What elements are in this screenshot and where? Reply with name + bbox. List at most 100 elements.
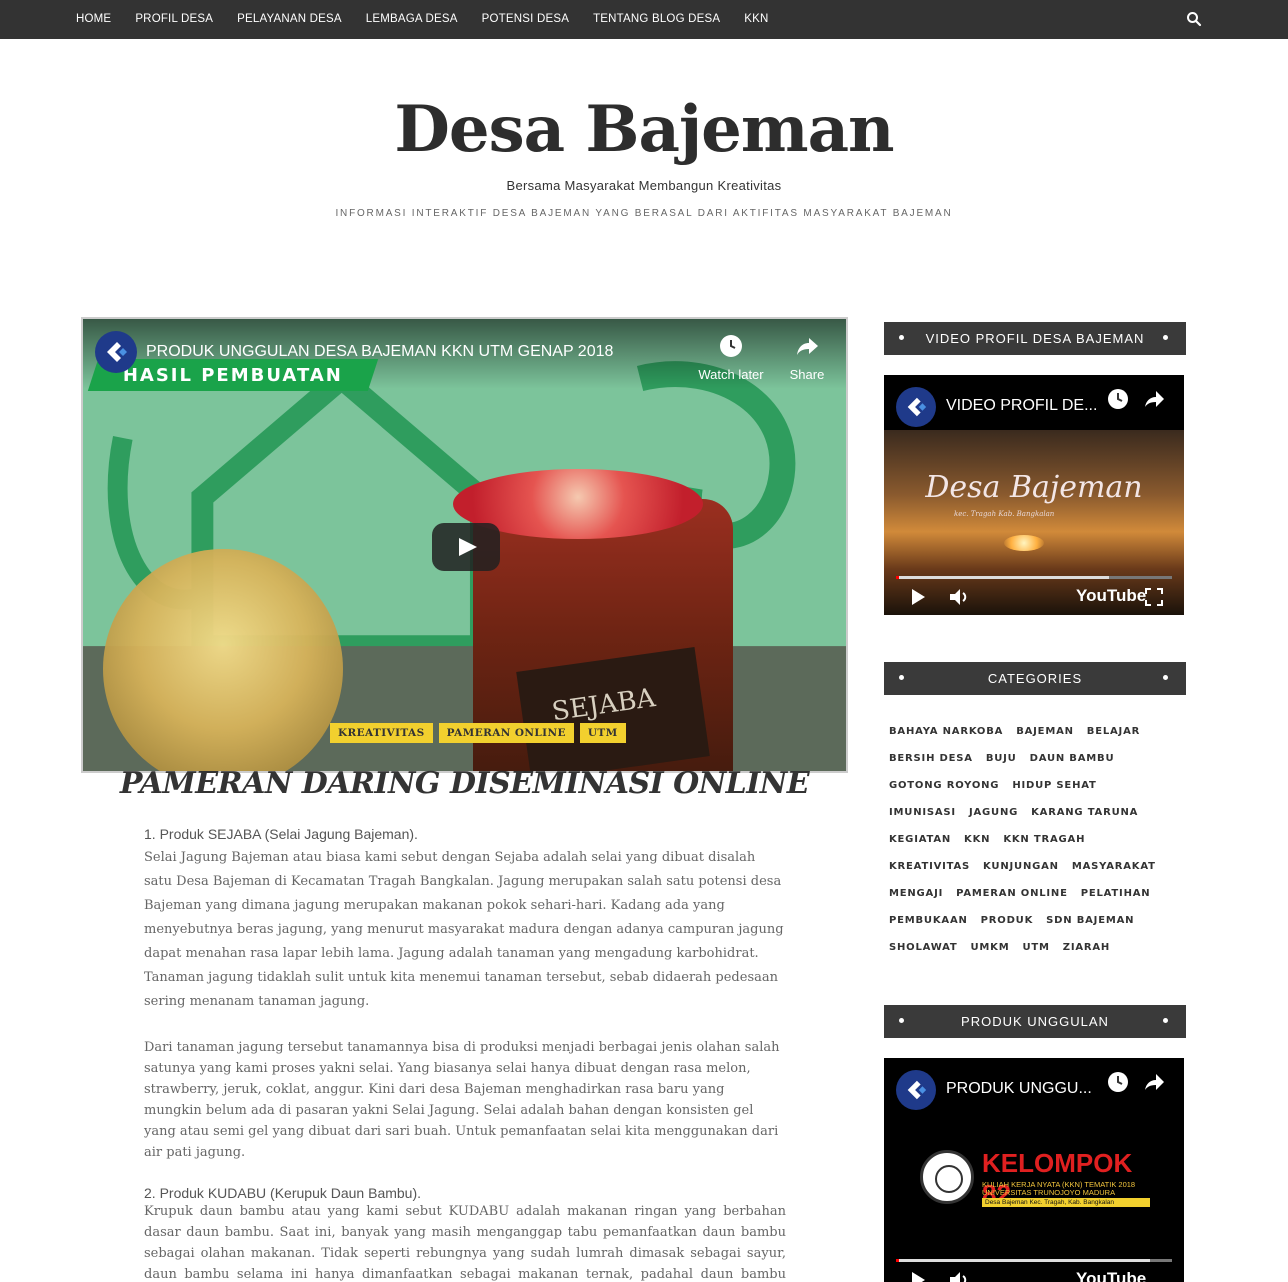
nav-item-home[interactable]: HOME <box>64 0 123 39</box>
watch-later-button[interactable]: Watch later <box>696 333 766 382</box>
video-progress-played <box>896 1259 899 1262</box>
tag-pameran-online[interactable]: PAMERAN ONLINE <box>438 723 574 743</box>
post-tags: KREATIVITAS PAMERAN ONLINE UTM <box>330 723 626 743</box>
kelompok-line-3: Desa Bajeman Kec. Tragah, Kab. Bangkalan <box>982 1198 1150 1207</box>
category-link[interactable]: PRODUK <box>981 911 1034 938</box>
category-link[interactable]: ZIARAH <box>1063 938 1110 965</box>
site-title[interactable]: Desa Bajeman <box>0 92 1288 167</box>
main-menu: HOME PROFIL DESA PELAYANAN DESA LEMBAGA … <box>64 0 780 39</box>
category-link[interactable]: UMKM <box>971 938 1010 965</box>
kelompok-graphic: KELOMPOK 82 KULIAH KERJA NYATA (KKN) TEM… <box>914 1148 1154 1218</box>
nav-item-potensi-desa[interactable]: POTENSI DESA <box>470 0 581 39</box>
category-link[interactable]: BERSIH DESA <box>889 749 973 776</box>
category-link[interactable]: KKN <box>964 830 990 857</box>
widget-title-text: VIDEO PROFIL DESA BAJEMAN <box>925 331 1145 346</box>
nav-item-lembaga-desa[interactable]: LEMBAGA DESA <box>354 0 470 39</box>
produk-video-title[interactable]: PRODUK UNGGU... <box>946 1080 1092 1098</box>
category-link[interactable]: PEMBUKAAN <box>889 911 968 938</box>
clock-icon <box>720 335 742 357</box>
product-heading-1: 1. Produk SEJABA (Selai Jagung Bajeman). <box>144 826 418 842</box>
category-link[interactable]: DAUN BAMBU <box>1030 749 1115 776</box>
nav-item-kkn[interactable]: KKN <box>732 0 780 39</box>
video-progress-loaded <box>896 576 1109 579</box>
profile-video-title[interactable]: VIDEO PROFIL DE... <box>946 397 1097 415</box>
top-navigation: HOME PROFIL DESA PELAYANAN DESA LEMBAGA … <box>0 0 1288 39</box>
youtube-logo[interactable]: YouTube <box>1076 586 1146 606</box>
category-link[interactable]: BUJU <box>986 749 1017 776</box>
widget-title-categories: CATEGORIES <box>884 662 1186 695</box>
channel-logo-icon[interactable] <box>896 387 936 427</box>
category-link[interactable]: BAJEMAN <box>1016 722 1074 749</box>
category-link[interactable]: JAGUNG <box>969 803 1018 830</box>
widget-title-video-profil: VIDEO PROFIL DESA BAJEMAN <box>884 322 1186 355</box>
play-icon[interactable] <box>909 587 927 607</box>
category-link[interactable]: KEGIATAN <box>889 830 951 857</box>
category-link[interactable]: SHOLAWAT <box>889 938 958 965</box>
clock-icon[interactable] <box>1106 1070 1130 1094</box>
video-progress-bar[interactable] <box>896 1259 1172 1262</box>
clock-icon[interactable] <box>1106 387 1130 411</box>
tag-kreativitas[interactable]: KREATIVITAS <box>330 723 433 743</box>
volume-icon[interactable] <box>948 587 970 607</box>
post-body: 1. Produk SEJABA (Selai Jagung Bajeman).… <box>144 826 786 1282</box>
channel-logo-icon[interactable] <box>896 1070 936 1110</box>
video-progress-loaded <box>896 1259 1150 1262</box>
categories-list: BAHAYA NARKOBA BAJEMAN BELAJAR BERSIH DE… <box>889 722 1184 965</box>
sun-graphic <box>1004 535 1044 551</box>
bullet-icon <box>899 675 904 680</box>
produk-video-player[interactable]: PRODUK UNGGU... KELOMPOK 82 KULIAH KERJA… <box>884 1058 1184 1282</box>
widget-title-produk-unggulan: PRODUK UNGGULAN <box>884 1005 1186 1038</box>
fullscreen-icon[interactable] <box>1145 588 1163 606</box>
category-link[interactable]: KKN TRAGAH <box>1003 830 1085 857</box>
post-paragraph-1: Selai Jagung Bajeman atau biasa kami seb… <box>144 850 784 1009</box>
play-button[interactable] <box>432 523 500 571</box>
nav-item-tentang-blog-desa[interactable]: TENTANG BLOG DESA <box>581 0 732 39</box>
category-link[interactable]: KARANG TARUNA <box>1031 803 1138 830</box>
share-icon[interactable] <box>1142 1070 1166 1094</box>
video-brand-subtext: kec. Tragah Kab. Bangkalan <box>954 510 1055 518</box>
nav-item-pelayanan-desa[interactable]: PELAYANAN DESA <box>225 0 354 39</box>
profile-video-player[interactable]: Desa Bajeman kec. Tragah Kab. Bangkalan … <box>884 375 1184 615</box>
search-icon[interactable] <box>1186 11 1202 27</box>
category-link[interactable]: BELAJAR <box>1087 722 1140 749</box>
category-link[interactable]: PAMERAN ONLINE <box>956 884 1068 911</box>
category-link[interactable]: KREATIVITAS <box>889 857 970 884</box>
category-link[interactable]: MENGAJI <box>889 884 943 911</box>
category-link[interactable]: UTM <box>1022 938 1049 965</box>
bullet-icon <box>1163 335 1168 340</box>
featured-video-player[interactable]: SEJABA HASIL PEMBUATAN PRODUK UNGGULAN D… <box>81 317 848 773</box>
post-title[interactable]: PAMERAN DARING DISEMINASI ONLINE <box>81 766 848 801</box>
share-label: Share <box>789 367 825 382</box>
share-icon <box>797 338 818 355</box>
youtube-logo[interactable]: YouTube <box>1076 1269 1146 1282</box>
watch-later-label: Watch later <box>698 367 764 382</box>
category-link[interactable]: HIDUP SEHAT <box>1012 776 1096 803</box>
open-jar-image <box>103 549 343 771</box>
category-link[interactable]: KUNJUNGAN <box>983 857 1059 884</box>
bullet-icon <box>1163 675 1168 680</box>
video-title[interactable]: PRODUK UNGGULAN DESA BAJEMAN KKN UTM GEN… <box>146 343 613 361</box>
tag-utm[interactable]: UTM <box>579 723 626 743</box>
category-link[interactable]: IMUNISASI <box>889 803 956 830</box>
play-icon[interactable] <box>909 1270 927 1282</box>
video-progress-bar[interactable] <box>896 576 1172 579</box>
share-button[interactable]: Share <box>772 333 842 382</box>
category-link[interactable]: GOTONG ROYONG <box>889 776 999 803</box>
widget-title-text: PRODUK UNGGULAN <box>961 1014 1109 1029</box>
channel-logo-icon[interactable] <box>95 331 137 373</box>
product-heading-2: 2. Produk KUDABU (Kerupuk Daun Bambu). <box>144 1185 422 1201</box>
bullet-icon <box>899 1018 904 1023</box>
category-link[interactable]: MASYARAKAT <box>1072 857 1156 884</box>
nav-item-profil-desa[interactable]: PROFIL DESA <box>123 0 225 39</box>
volume-icon[interactable] <box>948 1270 970 1282</box>
category-link[interactable]: BAHAYA NARKOBA <box>889 722 1003 749</box>
share-icon[interactable] <box>1142 387 1166 411</box>
post-paragraph-2: Dari tanaman jagung tersebut tanamannya … <box>144 1040 780 1160</box>
site-tagline: Bersama Masyarakat Membangun Kreativitas <box>506 178 782 193</box>
site-description: INFORMASI INTERAKTIF DESA BAJEMAN YANG B… <box>335 208 953 219</box>
university-seal-icon <box>920 1150 974 1204</box>
kelompok-line-2: UNIVERSITAS TRUNOJOYO MADURA <box>982 1188 1116 1197</box>
bullet-icon <box>1163 1018 1168 1023</box>
category-link[interactable]: PELATIHAN <box>1081 884 1151 911</box>
category-link[interactable]: SDN BAJEMAN <box>1046 911 1134 938</box>
